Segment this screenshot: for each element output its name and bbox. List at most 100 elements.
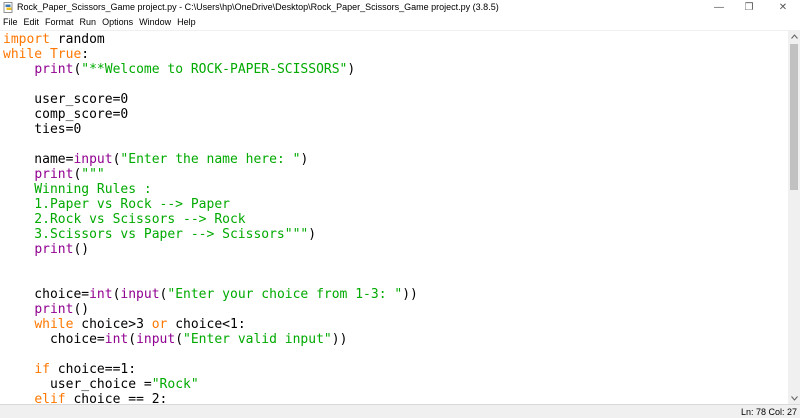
menu-help[interactable]: Help bbox=[174, 15, 199, 30]
code-token: choice= bbox=[3, 287, 90, 302]
code-token: input bbox=[73, 152, 113, 167]
code-line[interactable] bbox=[3, 137, 418, 152]
code-token: print bbox=[34, 167, 74, 182]
code-line[interactable] bbox=[3, 347, 418, 362]
menu-edit[interactable]: Edit bbox=[21, 15, 43, 30]
code-token: or bbox=[151, 317, 168, 332]
code-line[interactable] bbox=[3, 272, 418, 287]
code-line[interactable]: choice=int(input("Enter your choice from… bbox=[3, 287, 418, 302]
code-token: input bbox=[120, 287, 160, 302]
code-token: while bbox=[34, 317, 74, 332]
code-line[interactable] bbox=[3, 257, 418, 272]
code-token: choice == 2: bbox=[65, 392, 168, 404]
code-token: input bbox=[136, 332, 176, 347]
code-line[interactable]: user_score=0 bbox=[3, 92, 418, 107]
code-token: () bbox=[73, 302, 90, 317]
close-button[interactable]: ✕ bbox=[768, 0, 798, 15]
title-bar: Rock_Paper_Scissors_Game project.py - C:… bbox=[0, 0, 800, 15]
code-token: True bbox=[49, 47, 82, 62]
code-line[interactable]: print() bbox=[3, 242, 418, 257]
code-token: 3.Scissors vs Paper --> Scissors""" bbox=[3, 227, 309, 242]
code-token: "**Welcome to ROCK-PAPER-SCISSORS" bbox=[81, 62, 348, 77]
code-token: choice>3 bbox=[73, 317, 152, 332]
code-token: user_choice = bbox=[3, 377, 152, 392]
code-token: ) bbox=[308, 227, 317, 242]
code-token: "Enter your choice from 1-3: " bbox=[167, 287, 403, 302]
code-token: ) bbox=[347, 62, 356, 77]
chevron-down-icon bbox=[790, 395, 798, 401]
chevron-up-icon bbox=[790, 33, 798, 39]
maximize-button[interactable]: ❐ bbox=[734, 0, 764, 15]
code-token: 1.Paper vs Rock --> Paper bbox=[3, 197, 230, 212]
code-token: : bbox=[81, 47, 90, 62]
code-text[interactable]: import random while True: print("**Welcom… bbox=[3, 32, 418, 404]
cursor-position: Ln: 78 Col: 27 bbox=[740, 407, 797, 417]
code-token: )) bbox=[331, 332, 348, 347]
code-line[interactable]: choice=int(input("Enter valid input")) bbox=[3, 332, 418, 347]
code-token: )) bbox=[402, 287, 418, 302]
menu-run[interactable]: Run bbox=[77, 15, 100, 30]
code-token: user_score=0 bbox=[3, 92, 129, 107]
vertical-scrollbar[interactable] bbox=[788, 30, 800, 404]
menu-options[interactable]: Options bbox=[99, 15, 136, 30]
code-line[interactable]: if choice==1: bbox=[3, 362, 418, 377]
code-editor[interactable]: import random while True: print("**Welcom… bbox=[0, 30, 788, 404]
code-token: import bbox=[3, 32, 50, 47]
scrollbar-thumb[interactable] bbox=[790, 44, 798, 190]
code-line[interactable]: 1.Paper vs Rock --> Paper bbox=[3, 197, 418, 212]
code-line[interactable]: 2.Rock vs Scissors --> Rock bbox=[3, 212, 418, 227]
minimize-button[interactable]: — bbox=[704, 0, 734, 15]
menu-window[interactable]: Window bbox=[136, 15, 174, 30]
code-line[interactable]: import random bbox=[3, 32, 418, 47]
code-line[interactable]: elif choice == 2: bbox=[3, 392, 418, 404]
code-line[interactable]: comp_score=0 bbox=[3, 107, 418, 122]
code-token: ( bbox=[175, 332, 184, 347]
code-line[interactable]: print("**Welcome to ROCK-PAPER-SCISSORS"… bbox=[3, 62, 418, 77]
code-token: print bbox=[34, 242, 74, 257]
python-file-icon bbox=[3, 2, 13, 13]
code-token: 2.Rock vs Scissors --> Rock bbox=[3, 212, 246, 227]
code-token: choice==1: bbox=[49, 362, 137, 377]
code-token: elif bbox=[34, 392, 66, 404]
scroll-up-button[interactable] bbox=[788, 30, 800, 42]
code-token: int bbox=[104, 332, 129, 347]
menu-file[interactable]: File bbox=[0, 15, 21, 30]
code-token: while bbox=[3, 47, 43, 62]
code-line[interactable] bbox=[3, 77, 418, 92]
code-line[interactable]: while choice>3 or choice<1: bbox=[3, 317, 418, 332]
code-token: ties=0 bbox=[3, 122, 82, 137]
code-token: () bbox=[73, 242, 90, 257]
code-line[interactable]: name=input("Enter the name here: ") bbox=[3, 152, 418, 167]
code-token: print bbox=[34, 302, 74, 317]
code-line[interactable]: 3.Scissors vs Paper --> Scissors""") bbox=[3, 227, 418, 242]
code-line[interactable]: print() bbox=[3, 302, 418, 317]
window-title: Rock_Paper_Scissors_Game project.py - C:… bbox=[17, 2, 499, 12]
code-line[interactable]: user_choice ="Rock" bbox=[3, 377, 418, 392]
code-token: choice<1: bbox=[167, 317, 246, 332]
menu-format[interactable]: Format bbox=[42, 15, 77, 30]
code-line[interactable]: print(""" bbox=[3, 167, 418, 182]
code-line[interactable]: Winning Rules : bbox=[3, 182, 418, 197]
code-token: name= bbox=[3, 152, 74, 167]
menu-bar: File Edit Format Run Options Window Help bbox=[0, 15, 800, 30]
code-token: ) bbox=[300, 152, 309, 167]
code-token: int bbox=[89, 287, 113, 302]
code-line[interactable]: while True: bbox=[3, 47, 418, 62]
code-token: comp_score=0 bbox=[3, 107, 129, 122]
code-token: "Enter valid input" bbox=[183, 332, 332, 347]
code-token: ( bbox=[128, 332, 137, 347]
scroll-down-button[interactable] bbox=[788, 392, 800, 404]
code-token: Winning Rules : bbox=[3, 182, 152, 197]
code-line[interactable]: ties=0 bbox=[3, 122, 418, 137]
status-bar: Ln: 78 Col: 27 bbox=[0, 404, 800, 418]
code-token: random bbox=[49, 32, 105, 47]
code-token: print bbox=[34, 62, 74, 77]
code-token: "Enter the name here: " bbox=[120, 152, 301, 167]
code-token: """ bbox=[81, 167, 105, 182]
